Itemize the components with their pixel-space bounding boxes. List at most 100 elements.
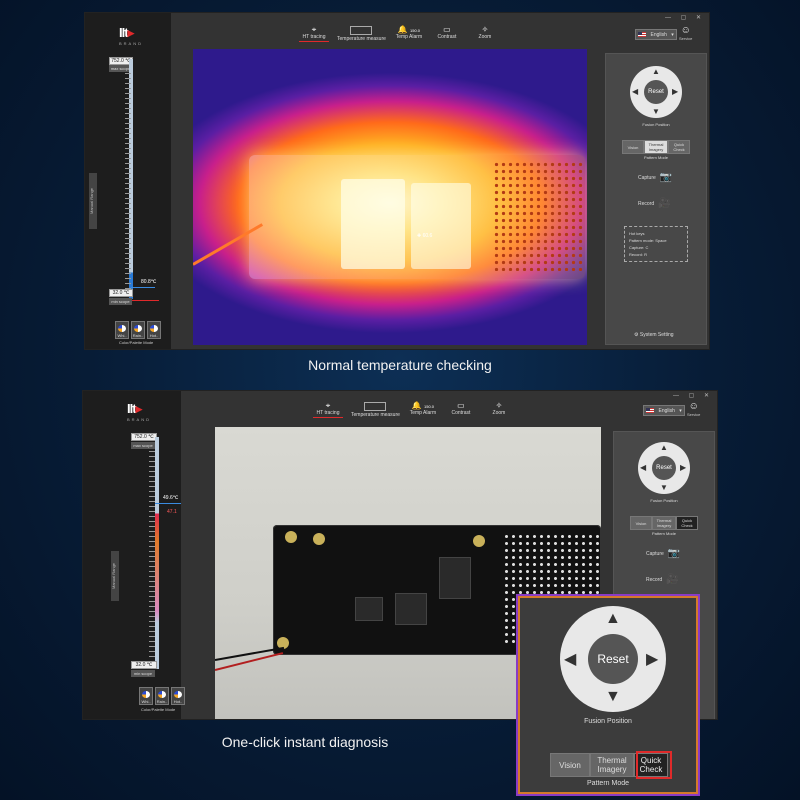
arrow-left-icon[interactable]: ◀ (632, 87, 638, 96)
window-controls[interactable]: — ▢ ✕ (665, 14, 705, 21)
arrow-up-icon[interactable]: ▲ (605, 610, 621, 628)
contrast-icon: ▭ (443, 25, 451, 34)
mode-vision[interactable]: Vision (622, 140, 644, 154)
caption-bottom: One-click instant diagnosis (221, 734, 389, 750)
pcb-pad-1 (285, 531, 297, 543)
headset-icon: ☺ (688, 401, 699, 412)
reset-button-2[interactable]: Reset (652, 456, 676, 480)
pcb-pad-3 (473, 535, 485, 547)
zoom-icon: ✧ (481, 25, 489, 34)
reset-button[interactable]: Reset (644, 80, 668, 104)
window-controls-2[interactable]: — ▢ ✕ (673, 392, 713, 399)
logo-subtitle: BRAND (119, 41, 144, 46)
scale-min-value-2[interactable]: 32.0 ℃ (131, 661, 157, 669)
pcb-chip-2 (395, 593, 427, 625)
mode-quick-check[interactable]: Quick Check (668, 140, 690, 154)
arrow-up-icon[interactable]: ▲ (652, 67, 660, 76)
mode-thermal[interactable]: Thermal Imagery (644, 140, 668, 154)
chevron-down-icon: ▾ (679, 407, 682, 414)
us-flag-icon (638, 32, 647, 37)
capture-button-2[interactable]: Capture 📷 (646, 548, 680, 559)
record-button[interactable]: Record 🎥 (638, 198, 671, 209)
control-panel: ▲ ▼ ◀ ▶ Reset Fusion Position Vision The… (605, 53, 707, 345)
camera-icon: 📷 (659, 172, 673, 183)
scale-min-label: min scope (109, 298, 132, 305)
scale-ticks (125, 73, 131, 293)
toolbar-2: ⌖ HT tracing Temperature measure 🔔 150.0 T… (313, 401, 514, 418)
scale-max-value-2[interactable]: 752.0 ℃ (131, 433, 157, 441)
temperature-readout: ✚ 60.6 (417, 233, 433, 239)
arrow-left-icon[interactable]: ◀ (640, 463, 646, 472)
tool-temperature-measure[interactable]: Temperature measure (337, 25, 386, 42)
palette-rainbow-2[interactable]: Rain.. (155, 687, 169, 705)
pattern-mode-label: Pattern Mode (643, 155, 668, 160)
zoom-fusion-position-label: Fusion Position (584, 718, 632, 725)
palette-white[interactable]: Whi.. (115, 321, 129, 339)
hotkeys-box: Hot keys Pattern mode: Space Capture: C … (624, 226, 688, 262)
zoom-pattern-mode-label: Pattern Mode (586, 780, 630, 787)
zoom-reset-button[interactable]: Reset (588, 634, 638, 684)
hotkey-record: Record: R (629, 252, 648, 257)
zoom-mode-vision[interactable]: Vision (550, 753, 590, 777)
thermal-hotspot-2 (411, 183, 471, 269)
palette-hot[interactable]: Hot.. (147, 321, 161, 339)
tool-temp-alarm-2[interactable]: 🔔 150.0 Temp Alarm (408, 401, 438, 418)
arrow-right-icon[interactable]: ▶ (646, 649, 658, 669)
alarm-icon: 🔔 150.0 (411, 401, 435, 410)
tool-contrast-2[interactable]: ▭ Contrast (446, 401, 476, 418)
service-button[interactable]: ☺ Service (679, 25, 692, 41)
tool-temp-alarm[interactable]: 🔔 150.0 Temp Alarm (394, 25, 424, 42)
fusion-position-label: Fusion Position (642, 122, 670, 127)
manual-range-tab-2[interactable]: Manual Range (111, 551, 119, 601)
thermal-view[interactable]: ✚ 60.6 (193, 49, 587, 345)
tool-zoom-2[interactable]: ✧ Zoom (484, 401, 514, 418)
arrow-right-icon[interactable]: ▶ (680, 463, 686, 472)
system-setting-button[interactable]: ⚙ System Setting (634, 332, 674, 338)
pattern-mode-label-2: Pattern Mode (651, 531, 676, 536)
arrow-left-icon[interactable]: ◀ (564, 649, 576, 669)
tool-ht-tracing-2[interactable]: ⌖ HT tracing (313, 401, 343, 418)
palette-caption-2: Color/Palette Mode (141, 707, 176, 712)
pcb-chip-3 (439, 557, 471, 599)
scale-min-value[interactable]: 32.0 ℃ (109, 289, 133, 297)
contrast-icon: ▭ (457, 401, 465, 410)
zoom-icon: ✧ (495, 401, 503, 410)
arrow-up-icon[interactable]: ▲ (660, 443, 668, 452)
us-flag-icon (646, 408, 655, 413)
palette-rainbow[interactable]: Rain.. (131, 321, 145, 339)
app-logo: IIt▸ (119, 25, 134, 40)
mode-thermal-2[interactable]: Thermal Imagery (652, 516, 676, 530)
mode-quick-check-2[interactable]: Quick Check (676, 516, 698, 530)
hotkeys-title: Hot keys (629, 231, 645, 236)
language-select[interactable]: English ▾ (635, 29, 677, 40)
arrow-right-icon[interactable]: ▶ (672, 87, 678, 96)
zoom-dpad[interactable]: ▲ ▼ ◀ ▶ Reset (560, 606, 666, 712)
palette-white-2[interactable]: Whi.. (139, 687, 153, 705)
level-line (131, 287, 155, 288)
manual-range-tab[interactable]: Manual Range (89, 173, 97, 229)
tool-zoom[interactable]: ✧ Zoom (470, 25, 500, 42)
capture-button[interactable]: Capture 📷 (638, 172, 672, 183)
headset-icon: ☺ (680, 25, 691, 36)
caption-top: Normal temperature checking (308, 357, 492, 373)
arrow-down-icon[interactable]: ▼ (605, 688, 621, 706)
language-select-2[interactable]: English ▾ (643, 405, 685, 416)
tool-contrast[interactable]: ▭ Contrast (432, 25, 462, 42)
arrow-down-icon[interactable]: ▼ (652, 107, 660, 116)
fusion-dpad-2[interactable]: ▲ ▼ ◀ ▶ Reset (638, 442, 690, 494)
zoom-mode-thermal[interactable]: Thermal Imagery (590, 753, 634, 777)
record-button-2[interactable]: Record 🎥 (646, 574, 679, 585)
temperature-scale-bar-2[interactable] (155, 437, 159, 669)
tool-ht-tracing[interactable]: ⌖ HT tracing (299, 25, 329, 42)
alarm-icon: 🔔 150.0 (397, 25, 421, 34)
palette-hot-2[interactable]: Hot.. (171, 687, 185, 705)
logo-subtitle-2: BRAND (127, 417, 152, 422)
palette-options-2: Whi.. Rain.. Hot.. (139, 687, 185, 705)
sidebar-2: IIt▸ BRAND 752.0 ℃ max scope Manual Rang… (83, 391, 185, 719)
fusion-dpad[interactable]: ▲ ▼ ◀ ▶ Reset (630, 66, 682, 118)
service-button-2[interactable]: ☺ Service (687, 401, 700, 417)
tool-temperature-measure-2[interactable]: Temperature measure (351, 401, 400, 418)
hotkey-capture: Capture: C (629, 245, 649, 250)
mode-vision-2[interactable]: Vision (630, 516, 652, 530)
arrow-down-icon[interactable]: ▼ (660, 483, 668, 492)
